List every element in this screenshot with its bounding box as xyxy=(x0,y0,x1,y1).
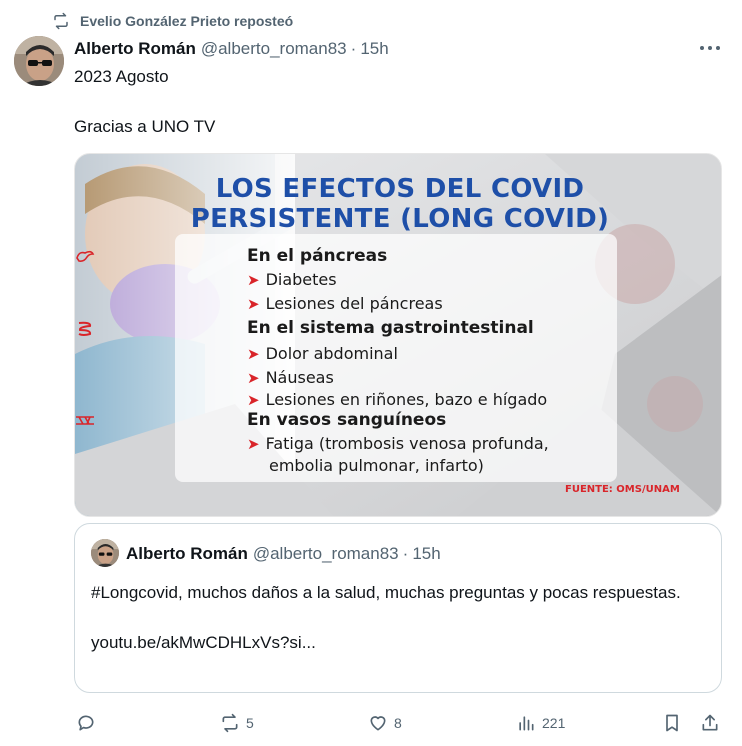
arrow-icon: ➤ xyxy=(247,434,260,453)
media-list-item-text: Náuseas xyxy=(265,368,334,387)
media-list-item-text: Diabetes xyxy=(265,270,337,289)
media-list-item-text: embolia pulmonar, infarto) xyxy=(269,456,484,475)
author-handle[interactable]: @alberto_roman83 xyxy=(201,39,347,59)
share-button[interactable] xyxy=(700,708,720,738)
arrow-icon: ➤ xyxy=(247,390,260,409)
tweet-text: 2023 Agosto Gracias a UNO TV xyxy=(74,64,714,164)
repost-icon xyxy=(222,713,238,733)
repost-indicator[interactable]: Evelio González Prieto reposteó xyxy=(52,10,293,32)
media-title-line: PERSISTENTE (LONG COVID) xyxy=(190,204,610,234)
views-count: 221 xyxy=(542,715,566,731)
media-list-item-text: Fatiga (trombosis venosa profunda, xyxy=(265,434,549,453)
timestamp[interactable]: 15h xyxy=(360,39,388,59)
arrow-icon: ➤ xyxy=(247,344,260,363)
media-list-item: embolia pulmonar, infarto) xyxy=(247,456,484,475)
media-list-item-text: Lesiones en riñones, bazo e hígado xyxy=(265,390,548,409)
blood-vessels-icon xyxy=(76,416,94,425)
tweet-media-image[interactable]: LOS EFECTOS DEL COVID PERSISTENTE (LONG … xyxy=(74,153,722,517)
media-list-item: ➤ Lesiones del páncreas xyxy=(247,294,443,313)
media-list-item-text: Lesiones del páncreas xyxy=(265,294,443,313)
intestine-icon xyxy=(78,321,92,336)
more-icon xyxy=(700,46,720,50)
repost-indicator-text: Evelio González Prieto reposteó xyxy=(80,13,294,29)
arrow-icon: ➤ xyxy=(247,270,260,289)
bookmark-icon xyxy=(666,714,678,732)
repost-button[interactable]: 5 xyxy=(220,708,254,738)
tweet-header: Alberto Román @alberto_roman83 · 15h xyxy=(74,38,389,60)
media-list-item: ➤ Lesiones en riñones, bazo e hígado xyxy=(247,390,547,409)
media-section-heading: En el sistema gastrointestinal xyxy=(247,318,534,338)
media-source-label: FUENTE: OMS/UNAM xyxy=(565,484,680,495)
media-section-heading: En vasos sanguíneos xyxy=(247,410,447,430)
quoted-timestamp[interactable]: 15h xyxy=(412,544,440,564)
reply-button[interactable] xyxy=(76,708,96,738)
media-section-heading: En el páncreas xyxy=(247,246,388,266)
quoted-author-handle[interactable]: @alberto_roman83 xyxy=(253,544,399,564)
avatar[interactable] xyxy=(14,36,64,86)
quoted-tweet-header: Alberto Román @alberto_roman83 · 15h xyxy=(126,544,441,564)
media-list-item: ➤ Diabetes xyxy=(247,270,337,289)
pancreas-icon xyxy=(76,250,95,262)
bookmark-button[interactable] xyxy=(662,708,682,738)
like-button[interactable]: 8 xyxy=(368,708,402,738)
quoted-tweet[interactable]: Alberto Román @alberto_roman83 · 15h #Lo… xyxy=(74,523,722,693)
tweet-actions-bar: 5 8 221 xyxy=(74,708,722,738)
tweet-text-line: Gracias a UNO TV xyxy=(74,117,216,136)
quoted-avatar[interactable] xyxy=(91,539,119,567)
views-icon xyxy=(519,716,534,731)
media-list-item: ➤ Náuseas xyxy=(247,368,334,387)
media-list-item: ➤ Dolor abdominal xyxy=(247,344,398,363)
author-name[interactable]: Alberto Román xyxy=(74,39,196,59)
quoted-author-name[interactable]: Alberto Román xyxy=(126,544,248,564)
quoted-tweet-text: #Longcovid, muchos daños a la salud, muc… xyxy=(91,580,711,655)
media-list-item: ➤ Fatiga (trombosis venosa profunda, xyxy=(247,434,549,453)
quoted-tweet-body: #Longcovid, muchos daños a la salud, muc… xyxy=(91,583,681,602)
like-count: 8 xyxy=(394,715,402,731)
share-icon xyxy=(702,714,718,731)
reply-icon xyxy=(78,715,94,731)
more-options-button[interactable] xyxy=(696,36,724,60)
views-button[interactable]: 221 xyxy=(516,708,565,738)
media-list-item-text: Dolor abdominal xyxy=(265,344,398,363)
media-title-line: LOS EFECTOS DEL COVID xyxy=(215,174,585,204)
repost-icon xyxy=(54,12,68,30)
quoted-tweet-link[interactable]: youtu.be/akMwCDHLxVs?si... xyxy=(91,630,711,655)
separator: · xyxy=(350,39,357,58)
repost-count: 5 xyxy=(246,715,254,731)
arrow-icon: ➤ xyxy=(247,368,260,387)
arrow-icon: ➤ xyxy=(247,294,260,313)
separator: · xyxy=(402,544,409,563)
heart-icon xyxy=(370,716,386,731)
tweet-text-line: 2023 Agosto xyxy=(74,67,169,86)
